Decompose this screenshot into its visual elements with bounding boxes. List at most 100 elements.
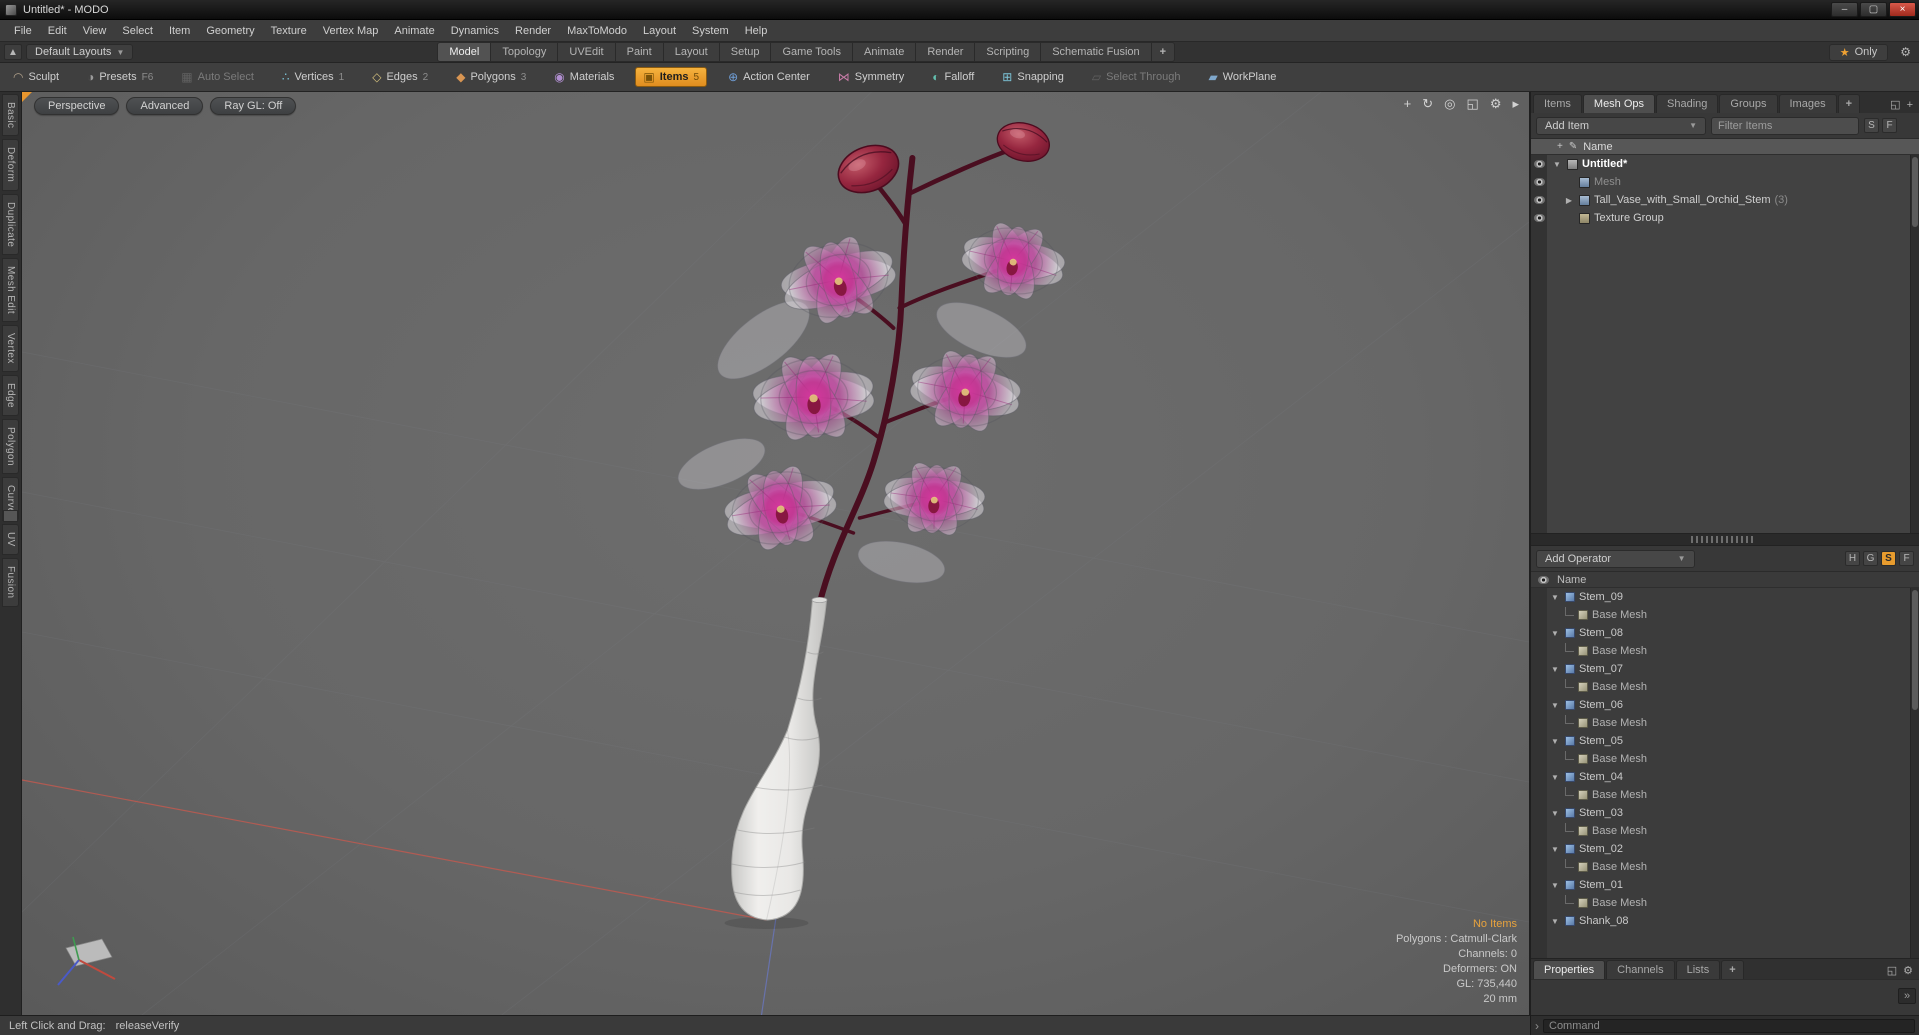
up-arrow-icon[interactable]: ▲ (4, 44, 22, 60)
scrollbar-thumb[interactable] (1912, 590, 1918, 710)
eye-icon[interactable] (1533, 178, 1545, 186)
mesh-op-child-base-mesh[interactable]: Base Mesh (1531, 714, 1919, 732)
left-tab-basic[interactable]: Basic (2, 94, 19, 137)
mesh-op-stem-02[interactable]: ▼ Stem_02 (1531, 840, 1919, 858)
item-filter-s-button[interactable]: S (1864, 118, 1879, 133)
minimize-button[interactable]: – (1831, 2, 1858, 17)
viewport-corner-widget[interactable] (22, 92, 32, 102)
mesh-op-stem-07[interactable]: ▼ Stem_07 (1531, 660, 1919, 678)
layout-switcher-dropdown[interactable]: Default Layouts ▼ (26, 44, 134, 60)
toolbar-symmetry-button[interactable]: ⋈ Symmetry (831, 68, 912, 86)
gear-icon[interactable]: ⚙ (1896, 45, 1915, 59)
menu-dynamics[interactable]: Dynamics (443, 20, 507, 42)
mesh-op-stem-03[interactable]: ▼ Stem_03 (1531, 804, 1919, 822)
op-h-button[interactable]: H (1845, 551, 1860, 566)
expander-icon[interactable]: ▼ (1549, 629, 1561, 638)
pan-icon[interactable]: + (1404, 96, 1412, 112)
add-icon[interactable]: + (1907, 99, 1913, 111)
add-item-button[interactable]: Add Item ▼ (1536, 116, 1706, 135)
item-tree-scrollbar[interactable] (1910, 155, 1919, 533)
mesh-op-shank-08[interactable]: ▼ Shank_08 (1531, 912, 1919, 930)
mesh-op-child-base-mesh[interactable]: Base Mesh (1531, 858, 1919, 876)
add-panel-tab-button[interactable]: + (1837, 94, 1861, 113)
menu-view[interactable]: View (75, 20, 115, 42)
item-row-mesh[interactable]: Mesh (1531, 173, 1919, 191)
menu-geometry[interactable]: Geometry (198, 20, 262, 42)
layout-tab-setup[interactable]: Setup (719, 42, 772, 62)
viewport-advanced-button[interactable]: Advanced (126, 97, 204, 115)
toolbar-workplane-button[interactable]: ▰ WorkPlane (1202, 68, 1284, 86)
panel-divider[interactable] (1531, 533, 1919, 546)
item-row-tall-vase-with-small-orchid-stem[interactable]: ▶ Tall_Vase_with_Small_Orchid_Stem (3) (1531, 191, 1919, 209)
op-g-button[interactable]: G (1863, 551, 1878, 566)
op-s-button[interactable]: S (1881, 551, 1896, 566)
panel-tab-shading[interactable]: Shading (1656, 94, 1719, 113)
expander-icon[interactable]: ▼ (1549, 737, 1561, 746)
mesh-op-child-base-mesh[interactable]: Base Mesh (1531, 822, 1919, 840)
settings-icon[interactable]: ⚙ (1490, 96, 1502, 112)
toolbar-falloff-button[interactable]: ◐ Falloff (925, 68, 981, 86)
op-list-scrollbar[interactable] (1910, 588, 1919, 958)
op-f-button[interactable]: F (1899, 551, 1914, 566)
eye-icon[interactable] (1533, 214, 1545, 222)
eye-icon[interactable] (1537, 575, 1549, 584)
toolbar-snapping-button[interactable]: ⊞ Snapping (995, 68, 1071, 86)
zoom-icon[interactable]: ◎ (1444, 96, 1455, 112)
mesh-op-stem-09[interactable]: ▼ Stem_09 (1531, 588, 1919, 606)
mesh-op-child-base-mesh[interactable]: Base Mesh (1531, 750, 1919, 768)
bottom-tab-channels[interactable]: Channels (1606, 960, 1675, 979)
add-bottom-tab-button[interactable]: + (1721, 960, 1744, 979)
pop-out-icon[interactable]: ◱ (1887, 964, 1897, 977)
edit-column-icon[interactable]: ✎ (1569, 141, 1577, 152)
left-tab-fusion[interactable]: Fusion (2, 558, 19, 607)
panel-tab-groups[interactable]: Groups (1719, 94, 1778, 113)
left-tab-vertex[interactable]: Vertex (2, 325, 19, 372)
scrollbar-thumb[interactable] (1912, 157, 1918, 227)
toolbar-vertices-button[interactable]: ∴ Vertices 1 (275, 68, 351, 86)
toolbar-sculpt-button[interactable]: ◠ Sculpt (6, 68, 66, 86)
mesh-op-stem-01[interactable]: ▼ Stem_01 (1531, 876, 1919, 894)
viewport-perspective-button[interactable]: Perspective (34, 97, 120, 115)
layout-tab-render[interactable]: Render (916, 42, 976, 62)
menu-vertex-map[interactable]: Vertex Map (315, 20, 387, 42)
panel-tab-images[interactable]: Images (1778, 94, 1837, 113)
gear-icon[interactable]: ⚙ (1903, 964, 1913, 977)
eye-icon[interactable] (1533, 160, 1545, 168)
item-row-texture-group[interactable]: Texture Group (1531, 209, 1919, 227)
viewport[interactable]: Perspective Advanced Ray GL: Off + ↻ ◎ ◱ ⚙ ▸ No… (22, 92, 1530, 1015)
expander-icon[interactable]: ▼ (1551, 160, 1563, 169)
expander-icon[interactable]: ▶ (1563, 196, 1575, 205)
palette-handle[interactable] (3, 510, 18, 522)
mesh-op-stem-06[interactable]: ▼ Stem_06 (1531, 696, 1919, 714)
toolbar-edges-button[interactable]: ◇ Edges 2 (365, 68, 435, 86)
mesh-op-stem-04[interactable]: ▼ Stem_04 (1531, 768, 1919, 786)
menu-select[interactable]: Select (114, 20, 161, 42)
menu-edit[interactable]: Edit (40, 20, 75, 42)
mesh-op-stem-08[interactable]: ▼ Stem_08 (1531, 624, 1919, 642)
layout-tab-topology[interactable]: Topology (491, 42, 559, 62)
toolbar-select-through-button[interactable]: ▱ Select Through (1085, 68, 1188, 86)
menu-item[interactable]: Item (161, 20, 198, 42)
menu-system[interactable]: System (684, 20, 737, 42)
expander-icon[interactable]: ▼ (1549, 593, 1561, 602)
mesh-op-stem-05[interactable]: ▼ Stem_05 (1531, 732, 1919, 750)
left-tab-edge[interactable]: Edge (2, 374, 19, 416)
expander-icon[interactable]: ▼ (1549, 773, 1561, 782)
mesh-op-child-base-mesh[interactable]: Base Mesh (1531, 894, 1919, 912)
mesh-op-child-base-mesh[interactable]: Base Mesh (1531, 678, 1919, 696)
layout-tab-scripting[interactable]: Scripting (975, 42, 1042, 62)
expander-icon[interactable]: ▼ (1549, 917, 1561, 926)
mesh-op-child-base-mesh[interactable]: Base Mesh (1531, 642, 1919, 660)
filter-items-input[interactable] (1711, 116, 1859, 135)
menu-file[interactable]: File (6, 20, 40, 42)
menu-layout[interactable]: Layout (635, 20, 684, 42)
mesh-op-child-base-mesh[interactable]: Base Mesh (1531, 786, 1919, 804)
toolbar-action-center-button[interactable]: ⊕ Action Center (721, 68, 817, 86)
toolbar-items-button[interactable]: ▣ Items 5 (635, 67, 708, 87)
maximize-icon[interactable]: ◱ (1467, 96, 1479, 112)
expander-icon[interactable]: ▼ (1549, 845, 1561, 854)
next-icon[interactable]: ▸ (1512, 96, 1519, 112)
add-operator-button[interactable]: Add Operator ▼ (1536, 549, 1695, 568)
menu-texture[interactable]: Texture (263, 20, 315, 42)
layout-tab-paint[interactable]: Paint (615, 42, 664, 62)
